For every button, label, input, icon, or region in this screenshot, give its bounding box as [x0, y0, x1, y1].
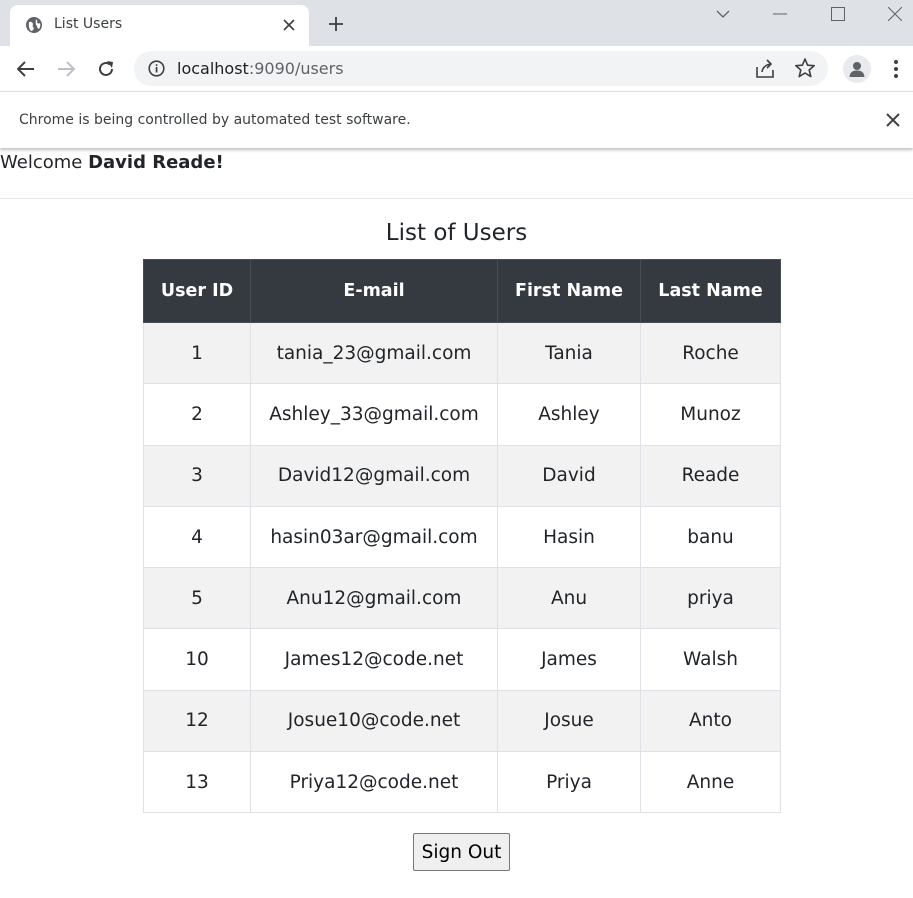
- page-title: List of Users: [385, 220, 528, 246]
- cell-user-id: 4: [143, 505, 251, 569]
- table-row: 10 James12@code.net James Walsh: [143, 628, 781, 691]
- table-row: 13 Priya12@code.net Priya Anne: [143, 751, 781, 814]
- table-row: 1 tania_23@gmail.com Tania Roche: [143, 321, 781, 385]
- cell-email: Josue10@code.net: [250, 689, 498, 753]
- cell-first-name: Priya: [497, 751, 641, 814]
- new-tab-button[interactable]: [322, 10, 350, 38]
- infobar-message: Chrome is being controlled by automated …: [19, 112, 411, 128]
- table-row: 3 David12@gmail.com David Reade: [143, 444, 781, 507]
- cell-last-name: Munoz: [640, 383, 781, 446]
- cell-first-name: James: [497, 628, 641, 691]
- cell-last-name: Anne: [640, 751, 781, 814]
- close-icon: [283, 19, 295, 31]
- plus-icon: [329, 17, 343, 31]
- reload-button[interactable]: [91, 54, 121, 84]
- window-close-button[interactable]: [872, 0, 913, 28]
- welcome-message: Welcome David Reade!: [0, 152, 224, 173]
- cell-last-name: Roche: [640, 321, 781, 385]
- cell-user-id: 1: [143, 321, 251, 385]
- welcome-prefix: Welcome: [0, 152, 83, 173]
- sign-out-button[interactable]: Sign Out: [413, 833, 510, 871]
- minimize-icon: [773, 13, 787, 15]
- cell-email: tania_23@gmail.com: [250, 321, 498, 385]
- table-row: 5 Anu12@gmail.com Anu priya: [143, 567, 781, 630]
- cell-first-name: David: [497, 444, 641, 507]
- table-row: 12 Josue10@code.net Josue Anto: [143, 689, 781, 753]
- maximize-icon: [831, 7, 845, 21]
- table-row: 4 hasin03ar@gmail.com Hasin banu: [143, 505, 781, 569]
- address-bar[interactable]: localhost:9090/users: [134, 51, 828, 86]
- globe-icon: [26, 17, 42, 33]
- users-table: User ID E-mail First Name Last Name 1 ta…: [143, 259, 781, 814]
- table-row: 2 Ashley_33@gmail.com Ashley Munoz: [143, 383, 781, 446]
- cell-email: James12@code.net: [250, 628, 498, 691]
- page-content: Welcome David Reade! List of Users User …: [0, 148, 913, 898]
- profile-icon: [849, 62, 865, 77]
- cell-last-name: Anto: [640, 689, 781, 753]
- cell-first-name: Anu: [497, 567, 641, 630]
- cell-email: Anu12@gmail.com: [250, 567, 498, 630]
- info-icon[interactable]: [148, 60, 165, 77]
- browser-toolbar: localhost:9090/users: [0, 46, 913, 91]
- forward-arrow-icon: [58, 61, 75, 77]
- cell-first-name: Hasin: [497, 505, 641, 569]
- url-text[interactable]: localhost:9090/users: [177, 59, 344, 78]
- kebab-menu-icon[interactable]: [884, 56, 908, 82]
- cell-last-name: Walsh: [640, 628, 781, 691]
- cell-last-name: priya: [640, 567, 781, 630]
- column-header-last-name: Last Name: [640, 259, 781, 323]
- column-header-email: E-mail: [250, 259, 498, 323]
- forward-button[interactable]: [51, 54, 81, 84]
- minimize-button[interactable]: [757, 0, 803, 28]
- url-host: localhost: [177, 59, 249, 78]
- divider: [0, 198, 913, 199]
- column-header-user-id: User ID: [143, 259, 251, 323]
- automation-infobar: Chrome is being controlled by automated …: [0, 91, 913, 148]
- cell-user-id: 13: [143, 751, 251, 814]
- cell-last-name: banu: [640, 505, 781, 569]
- browser-tab[interactable]: List Users: [10, 5, 309, 46]
- star-icon[interactable]: [794, 57, 816, 79]
- cell-user-id: 10: [143, 628, 251, 691]
- welcome-user-name: David Reade!: [88, 152, 224, 173]
- close-icon[interactable]: [884, 111, 902, 129]
- back-button[interactable]: [11, 54, 41, 84]
- tab-title: List Users: [54, 16, 123, 32]
- cell-user-id: 12: [143, 689, 251, 753]
- chevron-down-icon: [716, 10, 730, 18]
- tab-close-button[interactable]: [278, 14, 300, 36]
- tab-strip: List Users: [0, 0, 913, 46]
- back-arrow-icon: [17, 61, 34, 77]
- cell-email: Ashley_33@gmail.com: [250, 383, 498, 446]
- cell-first-name: Ashley: [497, 383, 641, 446]
- cell-email: David12@gmail.com: [250, 444, 498, 507]
- url-path: :9090/users: [248, 59, 344, 78]
- close-icon: [888, 7, 902, 21]
- tab-search-button[interactable]: [700, 0, 746, 28]
- cell-user-id: 2: [143, 383, 251, 446]
- maximize-button[interactable]: [815, 0, 861, 28]
- cell-email: Priya12@code.net: [250, 751, 498, 814]
- cell-last-name: Reade: [640, 444, 781, 507]
- table-header-row: User ID E-mail First Name Last Name: [143, 259, 781, 323]
- reload-icon: [99, 61, 113, 76]
- column-header-first-name: First Name: [497, 259, 641, 323]
- profile-button[interactable]: [843, 55, 871, 83]
- cell-email: hasin03ar@gmail.com: [250, 505, 498, 569]
- share-icon[interactable]: [754, 58, 776, 80]
- cell-user-id: 5: [143, 567, 251, 630]
- cell-first-name: Tania: [497, 321, 641, 385]
- cell-user-id: 3: [143, 444, 251, 507]
- cell-first-name: Josue: [497, 689, 641, 753]
